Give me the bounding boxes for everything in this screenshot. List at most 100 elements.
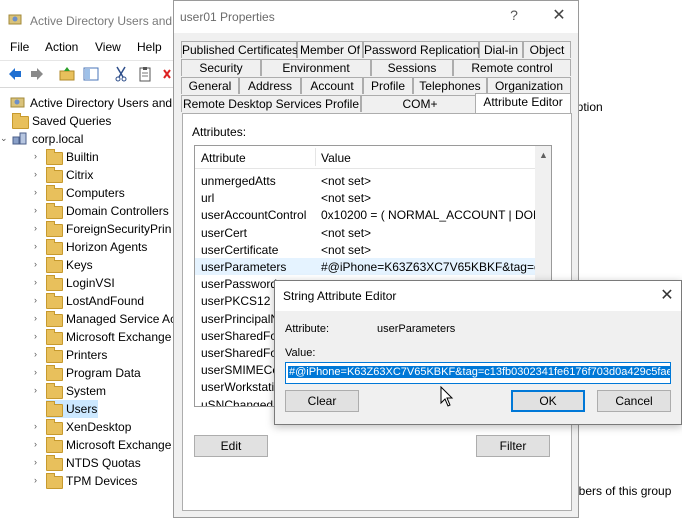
scroll-up-icon[interactable]: ▲ [539,150,548,160]
chevron-right-icon[interactable]: › [34,205,37,215]
cancel-button[interactable]: Cancel [597,390,671,412]
menu-view[interactable]: View [95,40,121,54]
value-input[interactable]: #@iPhone=K63Z63XC7V65KBKF&tag=c13fb03023… [285,362,671,384]
tree-item[interactable]: Users [46,400,98,418]
attribute-value: #@iPhone=K63Z63XC7V65KBKF&tag=c13fb03023… [321,260,535,274]
tree-item-label: Managed Service Ac [66,312,177,326]
tab-password-replication[interactable]: Password Replication [363,41,479,58]
text-cursor-icon [440,386,454,407]
chevron-right-icon[interactable]: › [34,187,37,197]
attribute-value: <not set> [321,225,372,240]
attribute-name: userCertificate [201,242,279,257]
menu-help[interactable]: Help [137,40,162,54]
tab-address[interactable]: Address [239,77,301,94]
attribute-row[interactable]: unmergedAtts <not set> [195,172,535,189]
tree-item-label: NTDS Quotas [66,456,141,470]
tree-item-label: Keys [66,258,93,272]
chevron-right-icon[interactable]: › [34,241,37,251]
filter-button[interactable]: Filter [476,435,550,457]
tab-organization[interactable]: Organization [487,77,571,94]
tree-item-label: LostAndFound [66,294,145,308]
attribute-row[interactable]: userCert <not set> [195,224,535,241]
attribute-name: userParameters [201,260,287,274]
help-button[interactable]: ? [504,7,524,23]
chevron-right-icon[interactable]: › [34,439,37,449]
cut-icon[interactable] [112,65,130,83]
tab-dial-in[interactable]: Dial-in [479,41,523,58]
delete-icon[interactable] [162,65,172,83]
tab-attribute-editor[interactable]: Attribute Editor [475,93,571,113]
folder-icon [46,203,63,219]
chevron-right-icon[interactable]: › [34,457,37,467]
tree-item-label: Domain Controllers [66,204,169,218]
chevron-right-icon[interactable]: › [34,367,37,377]
ok-button[interactable]: OK [511,390,585,412]
chevron-right-icon[interactable]: › [34,151,37,161]
tree-item-label: Builtin [66,150,99,164]
chevron-right-icon[interactable]: › [34,475,37,485]
properties-title-bar: user01 Properties ? ✕ [174,1,578,33]
tab-member-of[interactable]: Member Of [297,41,363,58]
tree-item-label: Citrix [66,168,94,182]
tab-telephones[interactable]: Telephones [413,77,487,94]
chevron-right-icon[interactable]: › [34,313,37,323]
tab-remote-desktop-services-profile[interactable]: Remote Desktop Services Profile [181,95,361,112]
domain-icon [12,132,27,145]
folder-icon [46,149,63,165]
column-header-attribute[interactable]: Attribute [201,151,246,165]
tab-security[interactable]: Security [181,59,261,76]
attribute-row[interactable]: url <not set> [195,189,535,206]
folder-icon [46,329,63,345]
editor-close-button[interactable]: ✕ [657,285,677,305]
attribute-row[interactable]: userAccountControl 0x10200 = ( NORMAL_ACC… [195,206,535,223]
chevron-right-icon[interactable]: › [34,259,37,269]
tree-item-label: Saved Queries [32,114,112,128]
attribute-row[interactable]: userCertificate <not set> [195,241,535,258]
column-header-value[interactable]: Value [321,151,351,165]
clipboard-icon[interactable] [136,65,154,83]
clear-button[interactable]: Clear [285,390,359,412]
attribute-row[interactable]: userParameters #@iPhone=K63Z63XC7V65KBKF&… [195,258,535,275]
back-arrow-icon[interactable] [6,65,24,83]
chevron-down-icon[interactable]: ⌄ [0,133,8,144]
forward-arrow-icon[interactable] [28,65,46,83]
attribute-label: Attribute: [285,323,330,335]
tab-general[interactable]: General [181,77,239,94]
attribute-name: userCert [201,225,248,240]
tab-com-plus[interactable]: COM+ [361,95,479,112]
attribute-name: url [201,191,215,206]
tab-environment[interactable]: Environment [261,59,371,76]
user-properties-dialog: user01 Properties ? ✕ Published Certific… [173,0,579,518]
folder-icon [46,473,63,489]
tab-profile[interactable]: Profile [363,77,413,94]
attribute-name-value: userParameters [377,323,456,335]
menu-action[interactable]: Action [45,40,78,54]
mmc-toolbar [0,60,174,88]
tab-sessions[interactable]: Sessions [371,59,453,76]
menu-file[interactable]: File [10,40,29,54]
attribute-value: <not set> [321,191,372,206]
mmc-title: Active Directory Users and [30,14,173,28]
chevron-right-icon[interactable]: › [34,295,37,305]
up-folder-icon[interactable] [58,65,76,83]
chevron-right-icon[interactable]: › [34,421,37,431]
tab-object[interactable]: Object [523,41,571,58]
tree-item-label: Microsoft Exchange [66,330,172,344]
tab-published-certificates[interactable]: Published Certificates [181,41,298,58]
chevron-right-icon[interactable]: › [34,169,37,179]
close-button[interactable]: ✕ [548,5,570,25]
tab-remote-control[interactable]: Remote control [453,59,571,76]
chevron-right-icon[interactable]: › [34,277,37,287]
value-input-selected-text[interactable]: #@iPhone=K63Z63XC7V65KBKF&tag=c13fb03023… [288,366,670,378]
group-description-text: nbers of this group [572,484,672,498]
folder-icon [46,365,63,381]
show-tree-icon[interactable] [82,65,100,83]
chevron-right-icon[interactable]: › [34,385,37,395]
tab-account[interactable]: Account [301,77,363,94]
chevron-right-icon[interactable]: › [34,223,37,233]
attributes-list-header: Attribute Value [195,146,535,169]
chevron-right-icon[interactable]: › [34,349,37,359]
properties-title: user01 Properties [180,10,275,24]
edit-button[interactable]: Edit [194,435,268,457]
chevron-right-icon[interactable]: › [34,331,37,341]
